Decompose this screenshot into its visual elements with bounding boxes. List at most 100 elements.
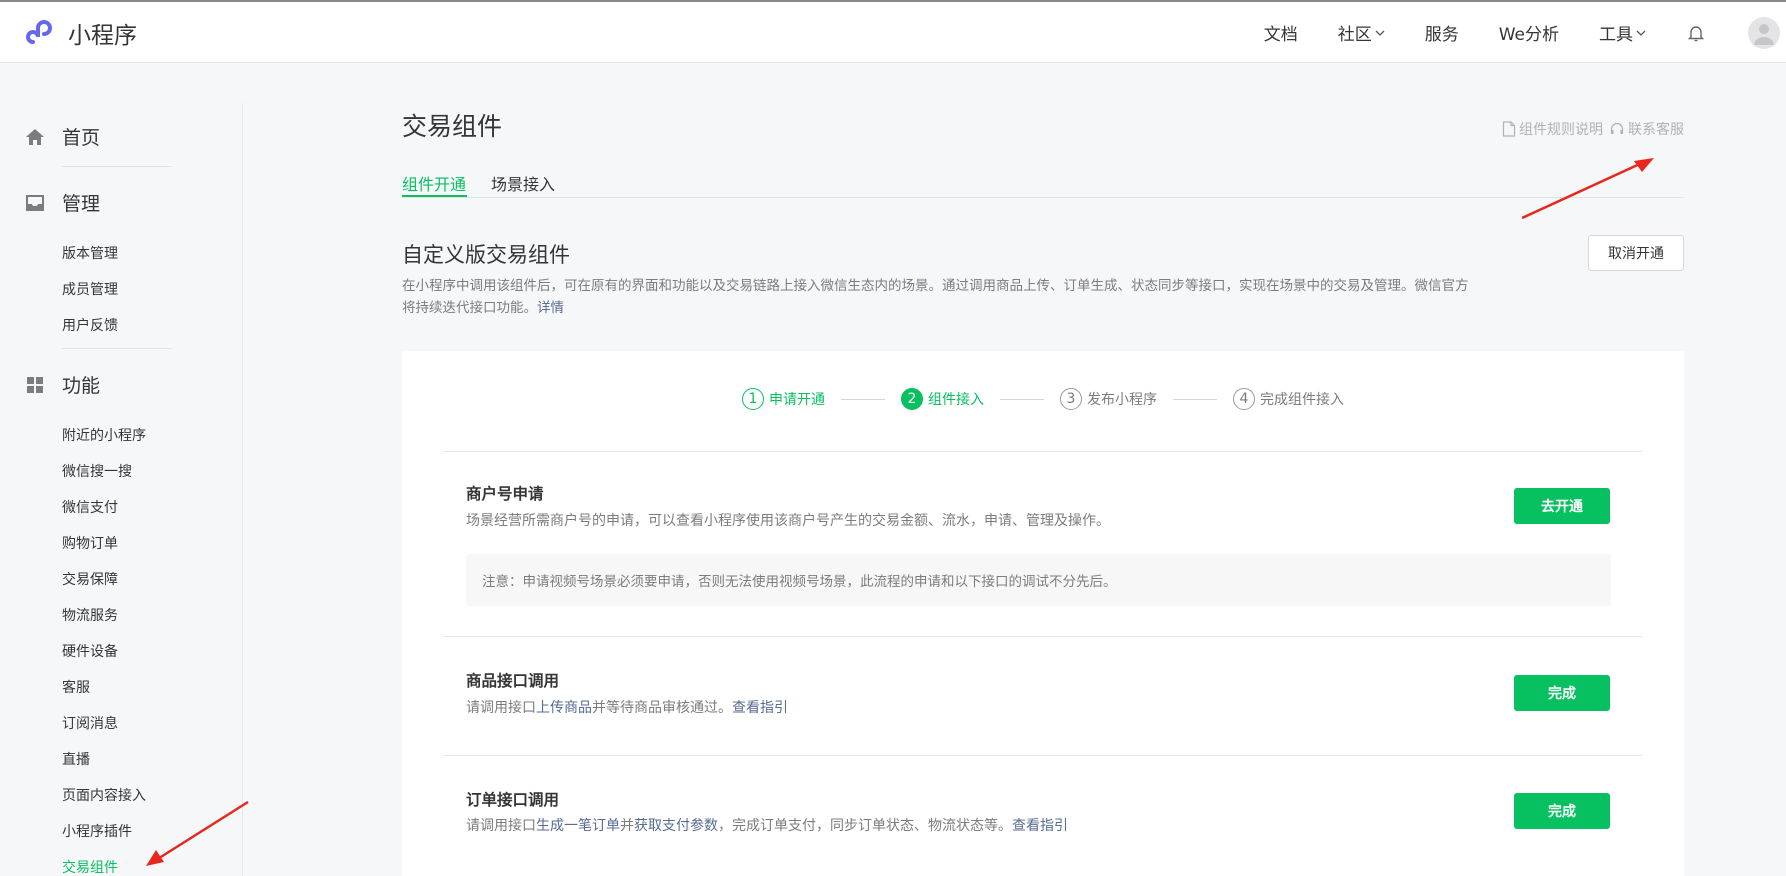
page-title: 交易组件 <box>402 112 503 141</box>
product-api-title: 商品接口调用 <box>466 672 560 690</box>
product-api-description: 请调用接口上传商品并等待商品审核通过。查看指引 <box>466 697 788 717</box>
sidebar-item-plugins[interactable]: 小程序插件 <box>62 821 132 841</box>
steps-card: 1 申请开通 2 组件接入 3 发布小程序 4 完成组件接入 商户号申请 场景经… <box>402 351 1684 876</box>
step-number: 2 <box>901 388 923 410</box>
sidebar-item-wechat-pay[interactable]: 微信支付 <box>62 497 118 517</box>
order-desc-text: 请调用接口 <box>466 818 536 834</box>
app-name: 小程序 <box>68 23 137 49</box>
step-label: 发布小程序 <box>1087 392 1157 408</box>
chevron-down-icon <box>1375 30 1385 36</box>
sidebar-features: 功能 <box>24 371 100 398</box>
nav-we-analytics-label: We分析 <box>1498 25 1559 45</box>
nav-tools[interactable]: 工具 <box>1599 20 1646 45</box>
sidebar-item-customer-service[interactable]: 客服 <box>62 677 90 697</box>
divider <box>62 166 172 167</box>
rules-link[interactable]: 组件规则说明 <box>1502 119 1603 139</box>
sidebar: 首页 管理 版本管理 成员管理 用户反馈 功能 附近的小程序 微信搜一搜 微信支… <box>0 103 243 876</box>
nav-we-analytics[interactable]: We分析 <box>1499 20 1559 45</box>
order-desc-text: ，完成订单支付，同步订单状态、物流状态等。 <box>718 818 1012 834</box>
sidebar-item-trade-guarantee[interactable]: 交易保障 <box>62 569 118 589</box>
sidebar-item-trade-component[interactable]: 交易组件 <box>62 857 118 876</box>
sidebar-item-member-management[interactable]: 成员管理 <box>62 279 118 299</box>
support-link-label: 联系客服 <box>1628 122 1684 138</box>
sidebar-item-version-management[interactable]: 版本管理 <box>62 243 118 263</box>
step-number: 4 <box>1233 388 1255 410</box>
miniprogram-logo-icon <box>26 20 52 44</box>
sidebar-item-page-content[interactable]: 页面内容接入 <box>62 785 146 805</box>
product-complete-button[interactable]: 完成 <box>1514 675 1610 711</box>
chevron-down-icon <box>1636 30 1646 36</box>
row-divider <box>442 755 1642 756</box>
avatar[interactable] <box>1748 16 1780 49</box>
support-link[interactable]: 联系客服 <box>1609 119 1684 139</box>
nav-community-label: 社区 <box>1337 25 1372 45</box>
upload-product-link[interactable]: 上传商品 <box>536 700 592 716</box>
row-divider <box>442 636 1642 637</box>
merchant-notice: 注意：申请视频号场景必须要申请，否则无法使用视频号场景，此流程的申请和以下接口的… <box>466 554 1611 606</box>
header-links: 组件规则说明 联系客服 <box>1502 119 1684 139</box>
nav-services[interactable]: 服务 <box>1425 20 1459 45</box>
step-publish: 3 发布小程序 <box>1060 388 1157 410</box>
step-integrate: 2 组件接入 <box>901 388 984 410</box>
product-guide-link[interactable]: 查看指引 <box>732 700 788 716</box>
nav-docs[interactable]: 文档 <box>1264 20 1298 45</box>
open-merchant-button[interactable]: 去开通 <box>1514 488 1610 524</box>
tab-scene-integration[interactable]: 场景接入 <box>491 171 555 195</box>
merchant-title: 商户号申请 <box>466 485 544 503</box>
step-apply: 1 申请开通 <box>742 388 825 410</box>
nav-community[interactable]: 社区 <box>1338 20 1385 45</box>
step-connector <box>1173 398 1217 400</box>
user-icon <box>1754 23 1774 45</box>
section-title: 自定义版交易组件 <box>402 243 570 267</box>
top-bar: 小程序 文档 社区 服务 We分析 工具 <box>0 0 1786 63</box>
progress-steps: 1 申请开通 2 组件接入 3 发布小程序 4 完成组件接入 <box>402 388 1684 410</box>
sidebar-item-logistics[interactable]: 物流服务 <box>62 605 118 625</box>
sidebar-home-label: 首页 <box>62 127 101 149</box>
sidebar-manage: 管理 <box>24 189 100 216</box>
order-api-title: 订单接口调用 <box>466 791 560 809</box>
annotation-arrow-icon <box>1521 158 1654 220</box>
headset-icon <box>1610 122 1624 134</box>
sidebar-item-wechat-search[interactable]: 微信搜一搜 <box>62 461 132 481</box>
sidebar-item-live[interactable]: 直播 <box>62 749 90 769</box>
divider <box>62 348 172 349</box>
nav-services-label: 服务 <box>1424 25 1459 45</box>
sidebar-manage-label: 管理 <box>62 193 101 215</box>
sidebar-home[interactable]: 首页 <box>24 123 100 150</box>
sidebar-item-subscription-messages[interactable]: 订阅消息 <box>62 713 118 733</box>
order-complete-button[interactable]: 完成 <box>1514 793 1610 829</box>
sidebar-item-shopping-orders[interactable]: 购物订单 <box>62 533 118 553</box>
active-tab-indicator <box>402 195 467 197</box>
top-nav: 文档 社区 服务 We分析 工具 <box>1264 2 1786 63</box>
sidebar-item-hardware[interactable]: 硬件设备 <box>62 641 118 661</box>
document-icon <box>1502 121 1516 137</box>
rules-link-label: 组件规则说明 <box>1519 122 1603 138</box>
step-number: 1 <box>742 388 764 410</box>
create-order-link[interactable]: 生成一笔订单 <box>536 818 620 834</box>
details-link[interactable]: 详情 <box>537 300 564 316</box>
step-complete: 4 完成组件接入 <box>1233 388 1344 410</box>
step-connector <box>1000 398 1044 400</box>
step-label: 申请开通 <box>769 392 825 408</box>
order-desc-text: 并 <box>620 818 634 834</box>
step-number: 3 <box>1060 388 1082 410</box>
tab-bar: 组件开通 场景接入 <box>402 165 1684 198</box>
cancel-activation-button[interactable]: 取消开通 <box>1588 235 1684 271</box>
tab-component-activation[interactable]: 组件开通 <box>402 171 466 195</box>
inbox-icon <box>26 194 44 211</box>
order-api-description: 请调用接口生成一笔订单并获取支付参数，完成订单支付，同步订单状态、物流状态等。查… <box>466 815 1068 835</box>
annotation-arrow-icon <box>146 800 249 866</box>
sidebar-item-user-feedback[interactable]: 用户反馈 <box>62 315 118 335</box>
row-divider <box>442 451 1642 452</box>
bell-icon[interactable] <box>1686 23 1706 43</box>
get-payment-params-link[interactable]: 获取支付参数 <box>634 818 718 834</box>
merchant-description: 场景经营所需商户号的申请，可以查看小程序使用该商户号产生的交易金额、流水，申请、… <box>466 513 1110 529</box>
logo[interactable]: 小程序 <box>24 16 137 50</box>
sidebar-item-nearby-miniprograms[interactable]: 附近的小程序 <box>62 425 146 445</box>
nav-tools-label: 工具 <box>1599 25 1633 45</box>
order-guide-link[interactable]: 查看指引 <box>1012 818 1068 834</box>
product-desc-text: 并等待商品审核通过。 <box>592 700 732 716</box>
step-connector <box>841 398 885 400</box>
step-label: 组件接入 <box>928 392 984 408</box>
nav-docs-label: 文档 <box>1263 25 1298 45</box>
